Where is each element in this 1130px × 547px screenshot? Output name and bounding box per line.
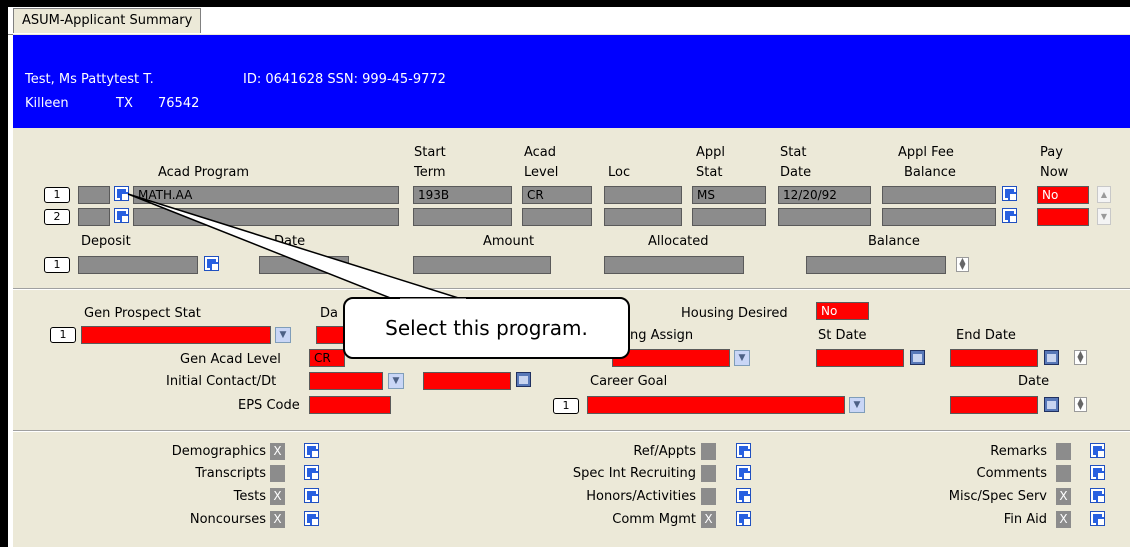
callout-pointer-cover — [400, 298, 466, 302]
